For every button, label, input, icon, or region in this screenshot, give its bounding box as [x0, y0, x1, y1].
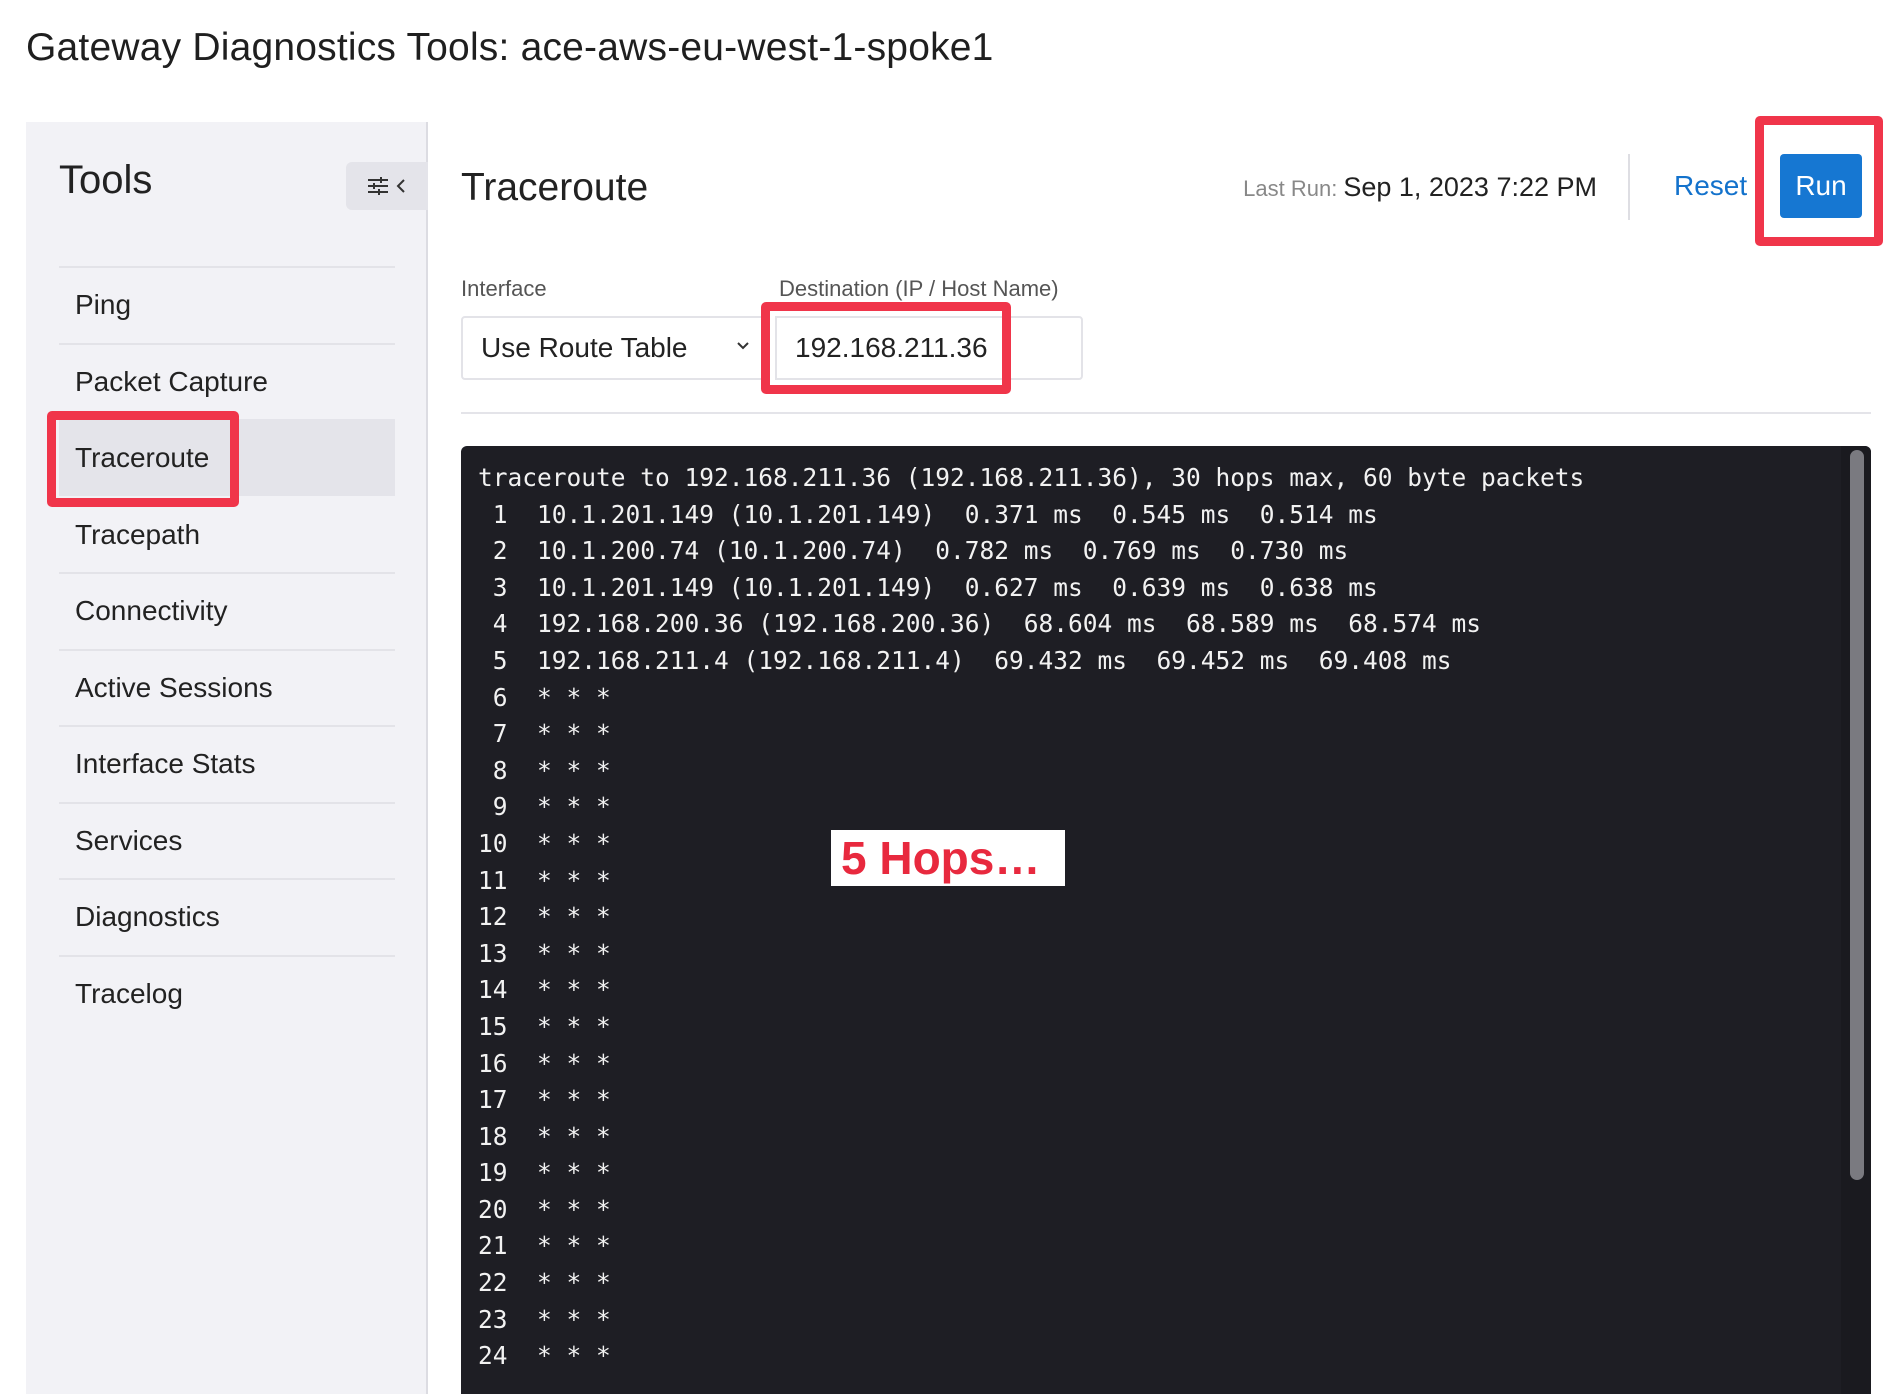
output-line: 16 * * * [478, 1048, 611, 1078]
output-line: 14 * * * [478, 975, 611, 1005]
sidebar-item-packet-capture[interactable]: Packet Capture [59, 342, 395, 420]
sidebar-title: Tools [59, 158, 153, 202]
tools-nav: Ping Packet Capture Traceroute Tracepath… [59, 266, 395, 1031]
output-line: 19 * * * [478, 1158, 611, 1188]
hops-callout: 5 Hops… [831, 830, 1065, 886]
output-line: 1 10.1.201.149 (10.1.201.149) 0.371 ms 0… [478, 499, 1378, 529]
output-lines: traceroute to 192.168.211.36 (192.168.21… [478, 460, 1584, 1375]
reset-button[interactable]: Reset [1674, 170, 1747, 202]
interface-select-value: Use Route Table [481, 332, 688, 363]
traceroute-highlight-box [47, 411, 239, 507]
output-line: 8 * * * [478, 755, 611, 785]
output-line: 9 * * * [478, 792, 611, 822]
output-line: 5 192.168.211.4 (192.168.211.4) 69.432 m… [478, 645, 1452, 675]
run-highlight-box [1755, 116, 1883, 246]
sidebar-item-connectivity[interactable]: Connectivity [59, 572, 395, 649]
sidebar-item-active-sessions[interactable]: Active Sessions [59, 648, 395, 726]
interface-select[interactable]: Use Route Table [461, 316, 767, 380]
last-run-label: Last Run: [1243, 176, 1338, 201]
output-line: traceroute to 192.168.211.36 (192.168.21… [478, 463, 1585, 492]
sidebar-item-ping[interactable]: Ping [59, 266, 395, 343]
chevron-down-icon [735, 336, 751, 357]
form-divider [461, 412, 1871, 414]
collapse-sidebar-button[interactable] [346, 162, 428, 210]
output-line: 2 10.1.200.74 (10.1.200.74) 0.782 ms 0.7… [478, 536, 1349, 566]
destination-label: Destination (IP / Host Name) [779, 276, 1059, 301]
output-line: 6 * * * [478, 682, 611, 712]
destination-highlight-box [761, 302, 1011, 394]
section-title: Traceroute [461, 166, 649, 209]
output-line: 23 * * * [478, 1304, 611, 1334]
output-line: 18 * * * [478, 1121, 611, 1151]
output-line: 20 * * * [478, 1194, 611, 1224]
output-line: 4 192.168.200.36 (192.168.200.36) 68.604… [478, 609, 1482, 639]
output-line: 21 * * * [478, 1231, 611, 1261]
traceroute-panel: Traceroute Last Run: Sep 1, 2023 7:22 PM … [430, 122, 1902, 1394]
sidebar-item-diagnostics[interactable]: Diagnostics [59, 878, 395, 955]
sidebar-item-services[interactable]: Services [59, 801, 395, 879]
output-line: 13 * * * [478, 938, 611, 968]
output-line: 7 * * * [478, 719, 611, 749]
traceroute-output[interactable]: traceroute to 192.168.211.36 (192.168.21… [461, 446, 1871, 1394]
chevron-left-icon [396, 179, 405, 193]
output-line: 15 * * * [478, 1011, 611, 1041]
output-line: 17 * * * [478, 1085, 611, 1115]
output-scrollbar-thumb[interactable] [1850, 450, 1864, 1180]
output-scrollbar[interactable] [1841, 446, 1871, 1394]
sidebar-item-interface-stats[interactable]: Interface Stats [59, 725, 395, 802]
page-title: Gateway Diagnostics Tools: ace-aws-eu-we… [26, 26, 994, 69]
header-divider [1628, 154, 1630, 220]
last-run: Last Run: Sep 1, 2023 7:22 PM [1243, 172, 1597, 203]
last-run-value: Sep 1, 2023 7:22 PM [1343, 172, 1597, 202]
interface-label: Interface [461, 276, 547, 301]
output-line: 3 10.1.201.149 (10.1.201.149) 0.627 ms 0… [478, 572, 1378, 602]
settings-sliders-icon [368, 177, 388, 195]
output-line: 12 * * * [478, 902, 611, 932]
output-line: 22 * * * [478, 1268, 611, 1298]
sidebar-item-tracelog[interactable]: Tracelog [59, 954, 395, 1032]
output-line: 24 * * * [478, 1341, 611, 1371]
tools-sidebar: Tools Ping Packet Capture Traceroute Tra… [26, 122, 428, 1394]
